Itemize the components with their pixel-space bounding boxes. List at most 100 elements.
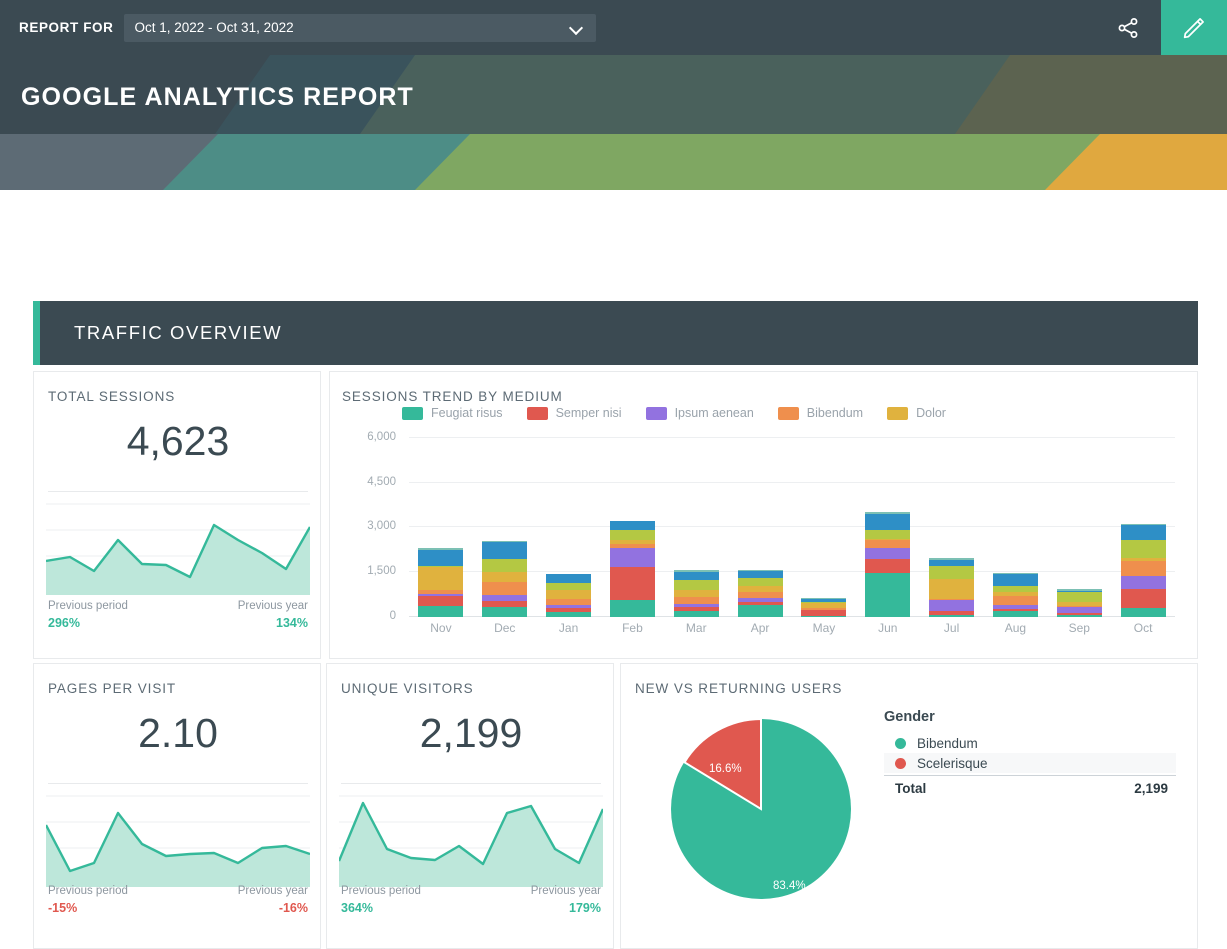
bar-segment [929,565,975,580]
report-for-label: REPORT FOR [19,20,114,35]
sparkline-pages-per-visit [46,795,310,887]
bar-segment [609,599,655,617]
x-tick-label: Jun [878,621,898,635]
kpi-footer-total-sessions: Previous period 296% Previous year 134% [48,600,308,630]
bar-dec[interactable] [482,540,528,617]
date-range-selector[interactable]: Oct 1, 2022 - Oct 31, 2022 [123,13,596,42]
bar-segment [546,583,592,591]
x-tick-label: May [812,621,836,635]
legend-dot-icon [895,757,906,769]
total-label: Total [895,781,927,796]
legend-label: Dolor [916,406,946,420]
divider [341,783,601,784]
bar-jul[interactable] [929,558,975,617]
bar-segment [992,574,1038,587]
bar-segment [737,570,783,579]
card-title-unique-visitors: UNIQUE VISITORS [341,681,474,696]
legend-item-3[interactable]: Bibendum [777,406,863,420]
legend-swatch-icon [777,406,799,420]
x-tick-label: Aug [1004,621,1027,635]
legend-item-0[interactable]: Feugiat risus [402,406,503,420]
divider [48,783,308,784]
kpi-footer-unique-visitors: Previous period 364% Previous year 179% [341,885,601,915]
card-new-vs-returning: NEW VS RETURNING USERS 16.6% 83.4% Gende… [620,663,1198,949]
y-tick-label: 3,000 [367,520,396,532]
banner-graphic [0,55,1227,190]
y-tick-label: 1,500 [367,565,396,577]
bar-segment [737,578,783,587]
topbar-actions [1095,0,1227,55]
top-bar: REPORT FOR Oct 1, 2022 - Oct 31, 2022 [0,0,1227,55]
bar-aug[interactable] [992,572,1038,617]
kpi-value-total-sessions: 4,623 [126,418,230,464]
bar-segment [418,606,464,617]
x-tick-label: Nov [430,621,452,635]
bar-segment [801,615,847,617]
bar-segment [418,549,464,567]
kpi-prev-period: Previous period 296% [48,600,128,630]
legend-item-4[interactable]: Dolor [887,406,946,420]
bar-segment [673,597,719,605]
bar-nov[interactable] [418,547,464,617]
bar-segment [865,547,911,560]
card-title-total-sessions: TOTAL SESSIONS [48,389,176,404]
bar-segment [992,595,1038,605]
bar-segment [992,610,1038,617]
bar-jun[interactable] [865,512,911,617]
kpi-prev-year: Previous year 179% [531,885,601,915]
prev-period-label: Previous period [341,885,421,897]
x-tick-label: Jul [943,621,960,635]
page-title: GOOGLE ANALYTICS REPORT [21,83,414,111]
x-tick-label: Mar [685,621,707,635]
bar-segment [1120,589,1166,609]
bar-segment [1120,540,1166,558]
x-tick-label: Dec [494,621,516,635]
pencil-icon [1183,17,1204,38]
legend-item-1[interactable]: Semper nisi [526,406,622,420]
prev-period-label: Previous period [48,885,128,897]
legend-swatch-icon [887,406,909,420]
legend-swatch-icon [645,406,667,420]
pie-legend-row-scelerisque[interactable]: Scelerisque [884,753,1176,773]
prev-year-value: 134% [276,616,308,630]
card-title-pages-per-visit: PAGES PER VISIT [48,681,177,696]
chevron-down-icon [570,21,583,34]
bar-segment [609,567,655,600]
divider [48,491,308,492]
bar-segment [673,579,719,590]
date-range-value: Oct 1, 2022 - Oct 31, 2022 [134,20,294,35]
bar-segment [1120,575,1166,590]
bar-feb[interactable] [609,520,655,617]
prev-period-label: Previous period [48,600,128,612]
bar-segment [482,559,528,573]
bar-segment [482,541,528,560]
share-button[interactable] [1095,0,1161,55]
prev-period-value: 364% [341,901,373,915]
bar-segment [865,513,911,530]
pie-legend-row-bibendum[interactable]: Bibendum [884,733,1176,753]
bar-apr[interactable] [737,570,783,617]
bar-segment [546,612,592,617]
bar-segment [482,607,528,617]
bar-segment [1056,615,1102,617]
edit-button[interactable] [1161,0,1227,55]
kpi-value-pages-per-visit: 2.10 [138,710,218,756]
bar-mar[interactable] [673,570,719,617]
bar-segment [865,559,911,574]
bar-may[interactable] [801,598,847,617]
bar-oct[interactable] [1120,523,1166,617]
x-tick-label: Sep [1068,621,1090,635]
report-banner: GOOGLE ANALYTICS REPORT [0,55,1227,190]
bar-jan[interactable] [546,573,592,617]
kpi-prev-year: Previous year 134% [238,600,308,630]
card-sessions-trend: SESSIONS TREND BY MEDIUM Feugiat risus S… [329,371,1198,659]
bar-segment [482,572,528,582]
legend-item-2[interactable]: Ipsum aenean [645,406,754,420]
bar-segment [418,566,464,590]
pie-legend-title: Gender [884,709,935,725]
section-title: TRAFFIC OVERVIEW [74,322,283,343]
bar-segment [673,589,719,597]
card-title-sessions-trend: SESSIONS TREND BY MEDIUM [342,389,563,404]
bar-sep[interactable] [1056,588,1102,617]
bar-segment [1120,608,1166,617]
